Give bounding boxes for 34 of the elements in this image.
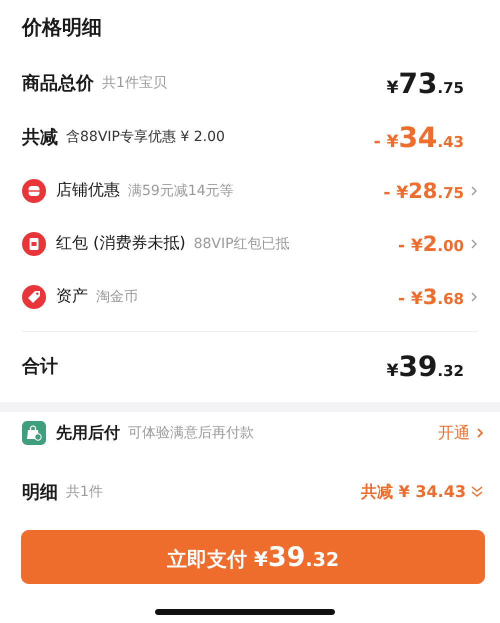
chevron-icon[interactable] (470, 290, 478, 302)
price: - ¥34.43 (374, 120, 464, 154)
price: - ¥2.00 (398, 232, 464, 256)
shop-icon (22, 178, 46, 202)
chevron-icon (476, 427, 484, 439)
row-note: 可体验满意后再付款 (128, 424, 254, 442)
double-chevron-icon[interactable] (470, 485, 484, 499)
chevron-icon[interactable] (470, 238, 478, 250)
shopping-bag-icon (22, 421, 46, 445)
row-note: 含88VIP专享优惠 ¥ 2.00 (66, 128, 225, 146)
price: ¥73.75 (386, 66, 464, 100)
activate-link[interactable]: 开通 (438, 422, 484, 444)
row-note: 共1件宝贝 (102, 74, 167, 92)
row-label: 资产 (56, 286, 88, 307)
pay-button[interactable]: 立即支付 ¥39.32 (21, 530, 485, 584)
saving-amount: 共减 ¥ 34.43 (361, 482, 466, 502)
row-label: 红包 (消费券未抵) (56, 233, 186, 254)
item-count: 共1件 (66, 483, 103, 501)
row-label: 商品总价 (22, 72, 94, 95)
row-label: 店铺优惠 (56, 180, 120, 201)
section-title: 价格明细 (22, 14, 103, 41)
row-note: 淘金币 (96, 288, 138, 306)
row-note: 88VIP红包已抵 (194, 234, 290, 252)
row-note: 满59元减14元等 (128, 182, 234, 200)
row-label: 共减 (22, 126, 58, 149)
price: ¥39.32 (386, 350, 464, 382)
tag-icon (22, 284, 46, 308)
row-label: 先用后付 (56, 422, 120, 444)
summary-label: 明细 (22, 481, 58, 504)
price: - ¥3.68 (398, 284, 464, 308)
price: - ¥28.75 (383, 178, 464, 202)
chevron-icon[interactable] (470, 184, 478, 196)
total-label: 合计 (22, 355, 58, 378)
envelope-icon (22, 232, 46, 256)
